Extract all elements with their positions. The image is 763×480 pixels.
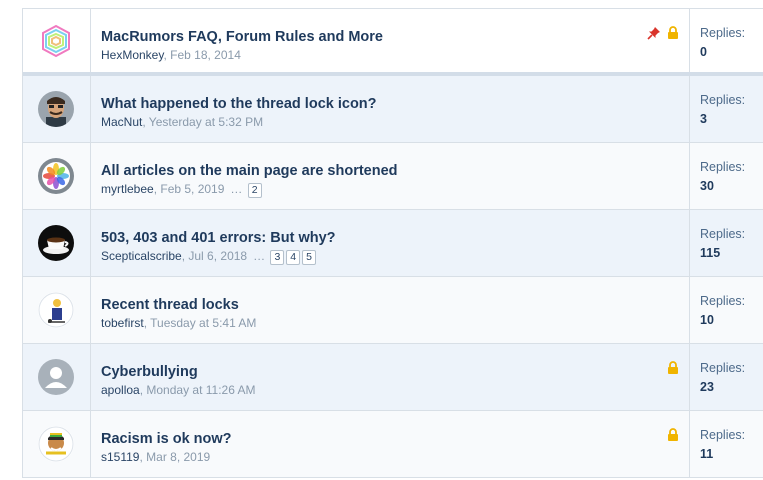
- thread-row: All articles on the main page are shorte…: [23, 143, 763, 210]
- thread-row: What happened to the thread lock icon? M…: [23, 76, 763, 143]
- avatar[interactable]: [38, 91, 74, 127]
- page-link[interactable]: 5: [302, 250, 316, 265]
- avatar[interactable]: [38, 426, 74, 462]
- page-ellipsis: …: [230, 182, 243, 196]
- thread-author[interactable]: myrtlebee: [101, 182, 154, 196]
- thread-meta: HexMonkey, Feb 18, 2014: [101, 48, 241, 62]
- thread-title[interactable]: Cyberbullying: [101, 364, 198, 380]
- replies-count: 3: [700, 112, 707, 126]
- thread-title[interactable]: Recent thread locks: [101, 297, 239, 313]
- lock-icon: [667, 428, 679, 447]
- replies-label: Replies:: [700, 227, 746, 241]
- thread-title[interactable]: What happened to the thread lock icon?: [101, 96, 377, 112]
- pin-icon: [647, 26, 661, 45]
- page-ellipsis: …: [253, 249, 266, 263]
- thread-title[interactable]: Racism is ok now?: [101, 431, 232, 447]
- thread-row: Cyberbullying apolloa, Monday at 11:26 A…: [23, 344, 763, 411]
- thread-row: Recent thread locks tobefirst, Tuesday a…: [23, 277, 763, 344]
- thread-title[interactable]: All articles on the main page are shorte…: [101, 163, 398, 179]
- replies-label: Replies:: [700, 26, 746, 40]
- avatar[interactable]: [38, 225, 74, 261]
- avatar[interactable]: [38, 22, 74, 59]
- thread-date[interactable]: Yesterday at 5:32 PM: [149, 115, 263, 129]
- replies-count: 11: [700, 447, 714, 461]
- replies-label: Replies:: [700, 294, 746, 308]
- thread-date[interactable]: Monday at 11:26 AM: [146, 383, 255, 397]
- thread-meta: myrtlebee, Feb 5, 2019… 2: [101, 182, 262, 198]
- replies-label: Replies:: [700, 160, 746, 174]
- avatar[interactable]: [38, 292, 74, 328]
- thread-date[interactable]: Feb 18, 2014: [170, 48, 241, 62]
- lock-icon: [667, 361, 679, 380]
- thread-row: 503, 403 and 401 errors: But why? Scepti…: [23, 210, 763, 277]
- thread-meta: s15119, Mar 8, 2019: [101, 450, 211, 464]
- thread-meta: Scepticalscribe, Jul 6, 2018… 345: [101, 249, 316, 265]
- page-link[interactable]: 4: [286, 250, 301, 265]
- thread-title[interactable]: MacRumors FAQ, Forum Rules and More: [101, 29, 383, 45]
- thread-list: MacRumors FAQ, Forum Rules and More HexM…: [22, 8, 763, 478]
- page-jump: … 2: [230, 182, 262, 198]
- thread-author[interactable]: tobefirst: [101, 316, 144, 330]
- replies-label: Replies:: [700, 361, 746, 375]
- thread-meta: tobefirst, Tuesday at 5:41 AM: [101, 316, 257, 330]
- avatar[interactable]: [38, 158, 74, 194]
- page-link[interactable]: 3: [270, 250, 285, 265]
- thread-author[interactable]: apolloa: [101, 383, 140, 397]
- thread-date[interactable]: Jul 6, 2018: [188, 249, 247, 263]
- replies-count: 115: [700, 246, 721, 260]
- page-jump: … 345: [253, 249, 316, 265]
- replies-label: Replies:: [700, 428, 746, 442]
- replies-count: 30: [700, 179, 714, 193]
- replies-label: Replies:: [700, 93, 746, 107]
- replies-count: 0: [700, 45, 707, 59]
- thread-date[interactable]: Feb 5, 2019: [160, 182, 224, 196]
- replies-count: 23: [700, 380, 714, 394]
- thread-date[interactable]: Mar 8, 2019: [146, 450, 210, 464]
- thread-author[interactable]: MacNut: [101, 115, 142, 129]
- replies-count: 10: [700, 313, 714, 327]
- avatar[interactable]: [38, 359, 74, 395]
- thread-meta: MacNut, Yesterday at 5:32 PM: [101, 115, 264, 129]
- thread-row: MacRumors FAQ, Forum Rules and More HexM…: [23, 9, 763, 76]
- page-link[interactable]: 2: [247, 183, 262, 198]
- thread-meta: apolloa, Monday at 11:26 AM: [101, 383, 256, 397]
- thread-author[interactable]: s15119: [101, 450, 139, 464]
- thread-date[interactable]: Tuesday at 5:41 AM: [150, 316, 256, 330]
- thread-title[interactable]: 503, 403 and 401 errors: But why?: [101, 230, 336, 246]
- thread-author[interactable]: HexMonkey: [101, 48, 163, 62]
- thread-author[interactable]: Scepticalscribe: [101, 249, 182, 263]
- lock-icon: [667, 26, 679, 45]
- thread-row: Racism is ok now? s15119, Mar 8, 2019 Re…: [23, 411, 763, 478]
